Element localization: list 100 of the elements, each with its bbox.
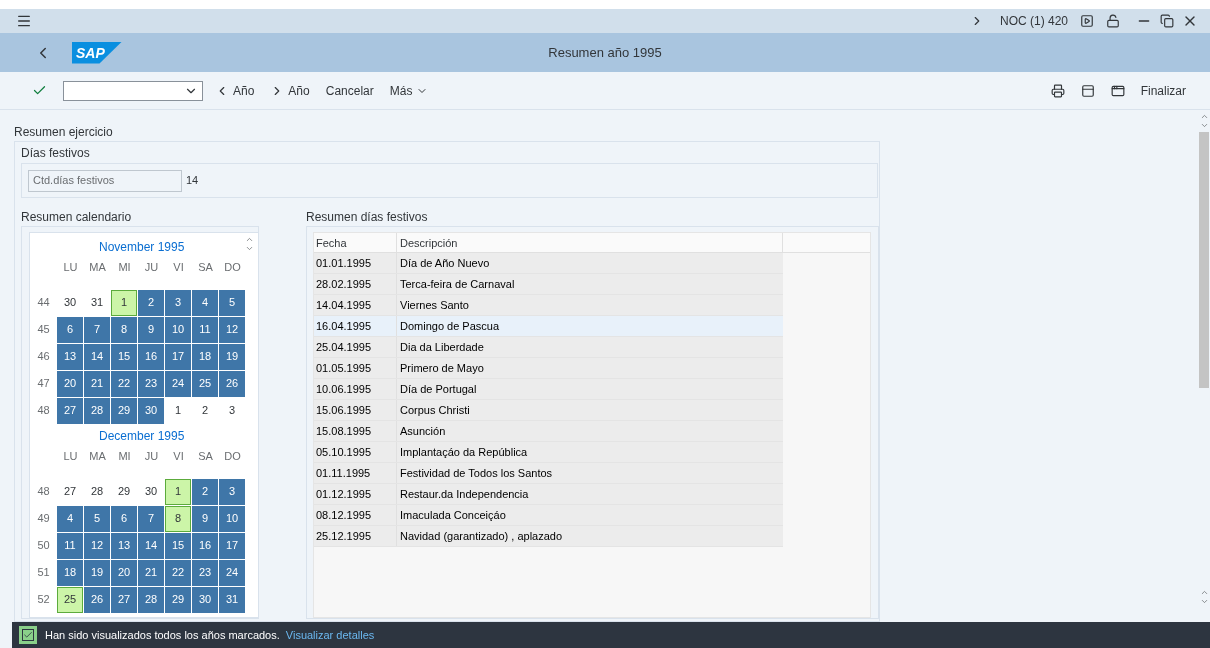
- calendar-day[interactable]: 7: [84, 316, 110, 343]
- scroll-up-icon[interactable]: [245, 235, 254, 244]
- calendar-day[interactable]: 28: [84, 397, 110, 424]
- calendar-day[interactable]: 5: [219, 289, 245, 316]
- calendar-day[interactable]: 25: [192, 370, 218, 397]
- calendar-day[interactable]: 2: [192, 478, 218, 505]
- calendar-day[interactable]: 15: [111, 343, 137, 370]
- calendar-day[interactable]: 19: [84, 559, 110, 586]
- calendar-day[interactable]: 23: [192, 559, 218, 586]
- calendar-day[interactable]: 30: [192, 586, 218, 613]
- calendar-day[interactable]: 20: [111, 559, 137, 586]
- details-link[interactable]: Visualizar detalles: [285, 626, 375, 644]
- calendar-day[interactable]: 7: [138, 505, 164, 532]
- calendar-day[interactable]: 24: [219, 559, 245, 586]
- calendar-day[interactable]: 29: [111, 397, 137, 424]
- window-icon[interactable]: [1110, 83, 1125, 98]
- calendar-day[interactable]: 26: [84, 586, 110, 613]
- calendar-day[interactable]: 17: [219, 532, 245, 559]
- calendar-day[interactable]: 15: [165, 532, 191, 559]
- window-icon[interactable]: [1080, 83, 1095, 98]
- calendar-day[interactable]: 13: [57, 343, 83, 370]
- restore-icon[interactable]: [1160, 14, 1174, 28]
- calendar-day[interactable]: 24: [165, 370, 191, 397]
- calendar-day[interactable]: 11: [57, 532, 83, 559]
- calendar-day[interactable]: 18: [192, 343, 218, 370]
- calendar-day[interactable]: 16: [192, 532, 218, 559]
- calendar-day[interactable]: 21: [84, 370, 110, 397]
- calendar-day[interactable]: 1: [165, 478, 191, 505]
- calendar-day[interactable]: 12: [84, 532, 110, 559]
- calendar-day[interactable]: 13: [111, 532, 137, 559]
- calendar-day[interactable]: 26: [219, 370, 245, 397]
- scroll-down-icon[interactable]: [245, 244, 254, 253]
- unlock-icon[interactable]: [1106, 14, 1120, 28]
- table-row[interactable]: 25.12.1995 Navidad (garantizado) , aplazado: [314, 526, 783, 547]
- calendar-day[interactable]: 9: [192, 505, 218, 532]
- calendar-day[interactable]: 14: [138, 532, 164, 559]
- calendar-day[interactable]: 6: [111, 505, 137, 532]
- calendar-day[interactable]: 12: [219, 316, 245, 343]
- calendar-day[interactable]: 17: [165, 343, 191, 370]
- calendar-day[interactable]: 30: [138, 397, 164, 424]
- calendar-day[interactable]: 3: [219, 478, 245, 505]
- scrollbar-thumb[interactable]: [1199, 132, 1209, 388]
- calendar-day[interactable]: 2: [138, 289, 164, 316]
- calendar-day[interactable]: 10: [219, 505, 245, 532]
- scroll-up-icon[interactable]: [1199, 588, 1209, 597]
- calendar-day[interactable]: 10: [165, 316, 191, 343]
- calendar-day[interactable]: 31: [219, 586, 245, 613]
- calendar-day[interactable]: 27: [57, 397, 83, 424]
- menu-icon[interactable]: [16, 13, 32, 29]
- scroll-down-icon[interactable]: [1199, 121, 1209, 130]
- scroll-up-icon[interactable]: [1199, 112, 1209, 121]
- command-field[interactable]: [63, 80, 203, 101]
- calendar-day[interactable]: 19: [219, 343, 245, 370]
- table-row[interactable]: 16.04.1995 Domingo de Pascua: [314, 316, 783, 337]
- toolbar-button[interactable]: Año: [211, 81, 259, 100]
- table-row[interactable]: 10.06.1995 Día de Portugal: [314, 379, 783, 400]
- column-header[interactable]: Fecha: [314, 233, 396, 252]
- calendar-day[interactable]: 1: [111, 289, 137, 316]
- calendar-day[interactable]: 27: [111, 586, 137, 613]
- table-row[interactable]: 28.02.1995 Terca-feira de Carnaval: [314, 274, 783, 295]
- toolbar-button[interactable]: Más: [385, 81, 433, 100]
- toolbar-button[interactable]: Año: [266, 81, 314, 100]
- play-icon[interactable]: [1080, 14, 1094, 28]
- calendar-day[interactable]: 16: [138, 343, 164, 370]
- calendar-day[interactable]: 21: [138, 559, 164, 586]
- table-row[interactable]: 01.12.1995 Restaur.da Independencia: [314, 484, 783, 505]
- printer-icon[interactable]: [1050, 83, 1065, 98]
- table-row[interactable]: 08.12.1995 Imaculada Conceiçáo: [314, 505, 783, 526]
- weekday-label: MA: [88, 448, 107, 464]
- calendar-day[interactable]: 23: [138, 370, 164, 397]
- table-row[interactable]: 15.06.1995 Corpus Christi: [314, 400, 783, 421]
- calendar-day[interactable]: 22: [165, 559, 191, 586]
- table-row[interactable]: 01.11.1995 Festividad de Todos los Santos: [314, 463, 783, 484]
- calendar-day[interactable]: 6: [57, 316, 83, 343]
- calendar-day[interactable]: 22: [111, 370, 137, 397]
- calendar-day[interactable]: 9: [138, 316, 164, 343]
- table-row[interactable]: 05.10.1995 Implantaçáo da República: [314, 442, 783, 463]
- table-row[interactable]: 15.08.1995 Asunción: [314, 421, 783, 442]
- group-title: Días festivos: [21, 145, 91, 162]
- table-row[interactable]: 01.01.1995 Día de Año Nuevo: [314, 253, 783, 274]
- toolbar-button[interactable]: Cancelar: [321, 81, 378, 100]
- scroll-down-icon[interactable]: [1199, 597, 1209, 606]
- column-header[interactable]: Descripción: [396, 233, 783, 252]
- calendar-day[interactable]: 25: [57, 586, 83, 613]
- table-row[interactable]: 25.04.1995 Dia da Liberdade: [314, 337, 783, 358]
- calendar-day[interactable]: 4: [192, 289, 218, 316]
- calendar-day[interactable]: 3: [165, 289, 191, 316]
- calendar-day[interactable]: 8: [165, 505, 191, 532]
- calendar-day[interactable]: 14: [84, 343, 110, 370]
- calendar-day[interactable]: 29: [165, 586, 191, 613]
- finish-button[interactable]: Finalizar: [1140, 81, 1186, 100]
- calendar-day[interactable]: 4: [57, 505, 83, 532]
- calendar-day[interactable]: 18: [57, 559, 83, 586]
- calendar-day[interactable]: 8: [111, 316, 137, 343]
- calendar-day[interactable]: 11: [192, 316, 218, 343]
- calendar-day[interactable]: 5: [84, 505, 110, 532]
- calendar-day[interactable]: 28: [138, 586, 164, 613]
- table-row[interactable]: 01.05.1995 Primero de Mayo: [314, 358, 783, 379]
- calendar-day[interactable]: 20: [57, 370, 83, 397]
- table-row[interactable]: 14.04.1995 Viernes Santo: [314, 295, 783, 316]
